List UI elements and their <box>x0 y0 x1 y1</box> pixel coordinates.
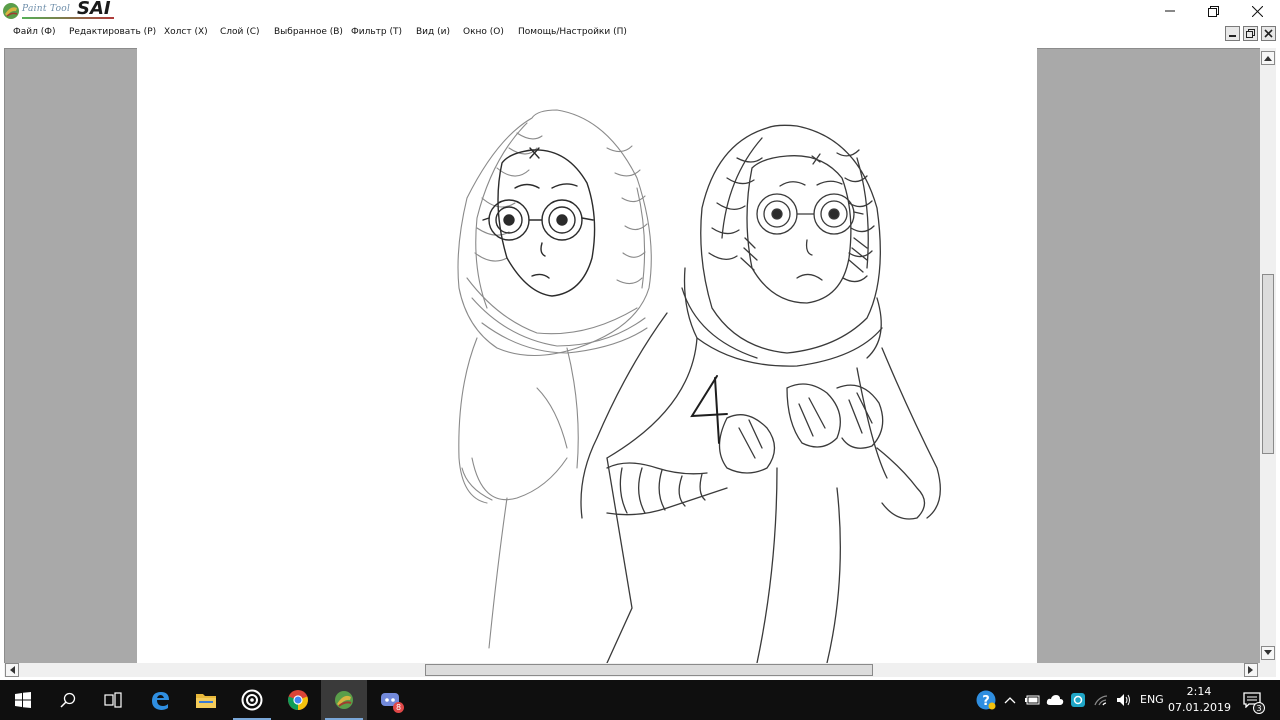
arrow-left-icon <box>10 666 15 674</box>
close-button[interactable] <box>1234 0 1280 22</box>
menu-canvas[interactable]: Холст (Х) <box>164 27 208 37</box>
taskbar-paint-tool-sai[interactable] <box>321 680 367 720</box>
start-button[interactable] <box>0 680 46 720</box>
doc-close-icon <box>1264 29 1273 38</box>
drawing-canvas[interactable] <box>137 48 1037 663</box>
clock-time: 2:14 <box>1186 685 1212 698</box>
scroll-right-button[interactable] <box>1244 663 1258 677</box>
doc-close-button[interactable] <box>1261 26 1276 41</box>
menu-help-settings[interactable]: Помощь/Настройки (П) <box>518 27 627 37</box>
notifications-count: 3 <box>1253 702 1265 714</box>
system-clock[interactable]: 2:14 07.01.2019 <box>1168 685 1231 714</box>
horizontal-scroll-thumb[interactable] <box>425 664 873 676</box>
menu-edit[interactable]: Редактировать (Р) <box>69 27 156 37</box>
taskbar-discord[interactable]: 8 <box>367 680 413 720</box>
taskbar-target-app[interactable] <box>229 680 275 720</box>
discord-badge: 8 <box>393 702 404 713</box>
taskbar-edge[interactable] <box>137 680 183 720</box>
taskbar-explorer[interactable] <box>183 680 229 720</box>
app-logo: Paint Tool SAI <box>2 0 122 21</box>
tray-chevron[interactable] <box>1000 690 1020 710</box>
menu-file[interactable]: Файл (Ф) <box>13 27 56 37</box>
volume-icon <box>1117 694 1130 706</box>
sai-logo-icon <box>3 3 19 19</box>
taskbar-chrome[interactable] <box>275 680 321 720</box>
edge-icon <box>152 692 169 710</box>
doc-minimize-button[interactable] <box>1225 26 1240 41</box>
scroll-down-button[interactable] <box>1261 646 1275 660</box>
menu-window[interactable]: Окно (О) <box>463 27 504 37</box>
taskbar: 8 ? ENG 2:14 07.01.2019 3 <box>0 680 1280 720</box>
notifications-button[interactable]: 3 <box>1240 690 1265 714</box>
restore-icon <box>1207 5 1219 17</box>
close-icon <box>1251 5 1263 17</box>
title-bar: Paint Tool SAI <box>0 0 1280 22</box>
folder-icon <box>196 694 216 708</box>
menu-view[interactable]: Вид (и) <box>416 27 450 37</box>
wifi-icon <box>1094 695 1108 706</box>
tray-help[interactable]: ? <box>976 690 996 710</box>
restore-button[interactable] <box>1190 0 1236 22</box>
tray-app-icon <box>1071 693 1085 707</box>
doc-minimize-icon <box>1229 35 1236 37</box>
clock-date: 07.01.2019 <box>1168 701 1231 714</box>
menu-selection[interactable]: Выбранное (В) <box>274 27 343 37</box>
cloud-icon <box>1046 695 1064 705</box>
chevron-up-icon <box>1004 697 1016 704</box>
tray-app[interactable] <box>1068 690 1088 710</box>
search-button[interactable] <box>45 680 91 720</box>
windows-start-icon <box>15 692 31 708</box>
input-language[interactable]: ENG <box>1140 693 1164 706</box>
task-view-button[interactable] <box>90 680 136 720</box>
help-icon: ? <box>976 690 996 710</box>
chrome-icon <box>288 690 308 710</box>
doc-maximize-button[interactable] <box>1243 26 1258 41</box>
arrow-up-icon <box>1264 56 1272 61</box>
vertical-scrollbar[interactable] <box>1260 48 1276 663</box>
sai-icon <box>335 691 353 709</box>
tray-onedrive[interactable] <box>1045 690 1065 710</box>
minimize-button[interactable] <box>1147 0 1193 22</box>
logo-text-small: Paint Tool <box>22 4 71 14</box>
scroll-left-button[interactable] <box>5 663 19 677</box>
doc-maximize-icon <box>1246 29 1255 38</box>
menu-bar: Файл (Ф) Редактировать (Р) Холст (Х) Сло… <box>0 22 1280 44</box>
menu-filter[interactable]: Фильтр (Т) <box>351 27 402 37</box>
target-icon <box>241 689 263 711</box>
scroll-up-button[interactable] <box>1261 51 1275 65</box>
vertical-scroll-thumb[interactable] <box>1262 274 1274 454</box>
tray-battery[interactable] <box>1023 690 1043 710</box>
scrollbar-corner <box>1260 663 1276 677</box>
horizontal-scrollbar[interactable] <box>4 663 1260 677</box>
menu-layer[interactable]: Слой (С) <box>220 27 260 37</box>
battery-icon <box>1025 695 1040 705</box>
minimize-icon <box>1165 10 1175 12</box>
search-icon <box>60 692 76 708</box>
tray-volume[interactable] <box>1114 690 1134 710</box>
task-view-icon <box>104 692 122 708</box>
arrow-right-icon <box>1248 666 1253 674</box>
sketch-artwork <box>457 109 941 663</box>
logo-underline <box>22 17 114 19</box>
arrow-down-icon <box>1264 650 1272 655</box>
tray-network[interactable] <box>1092 690 1112 710</box>
